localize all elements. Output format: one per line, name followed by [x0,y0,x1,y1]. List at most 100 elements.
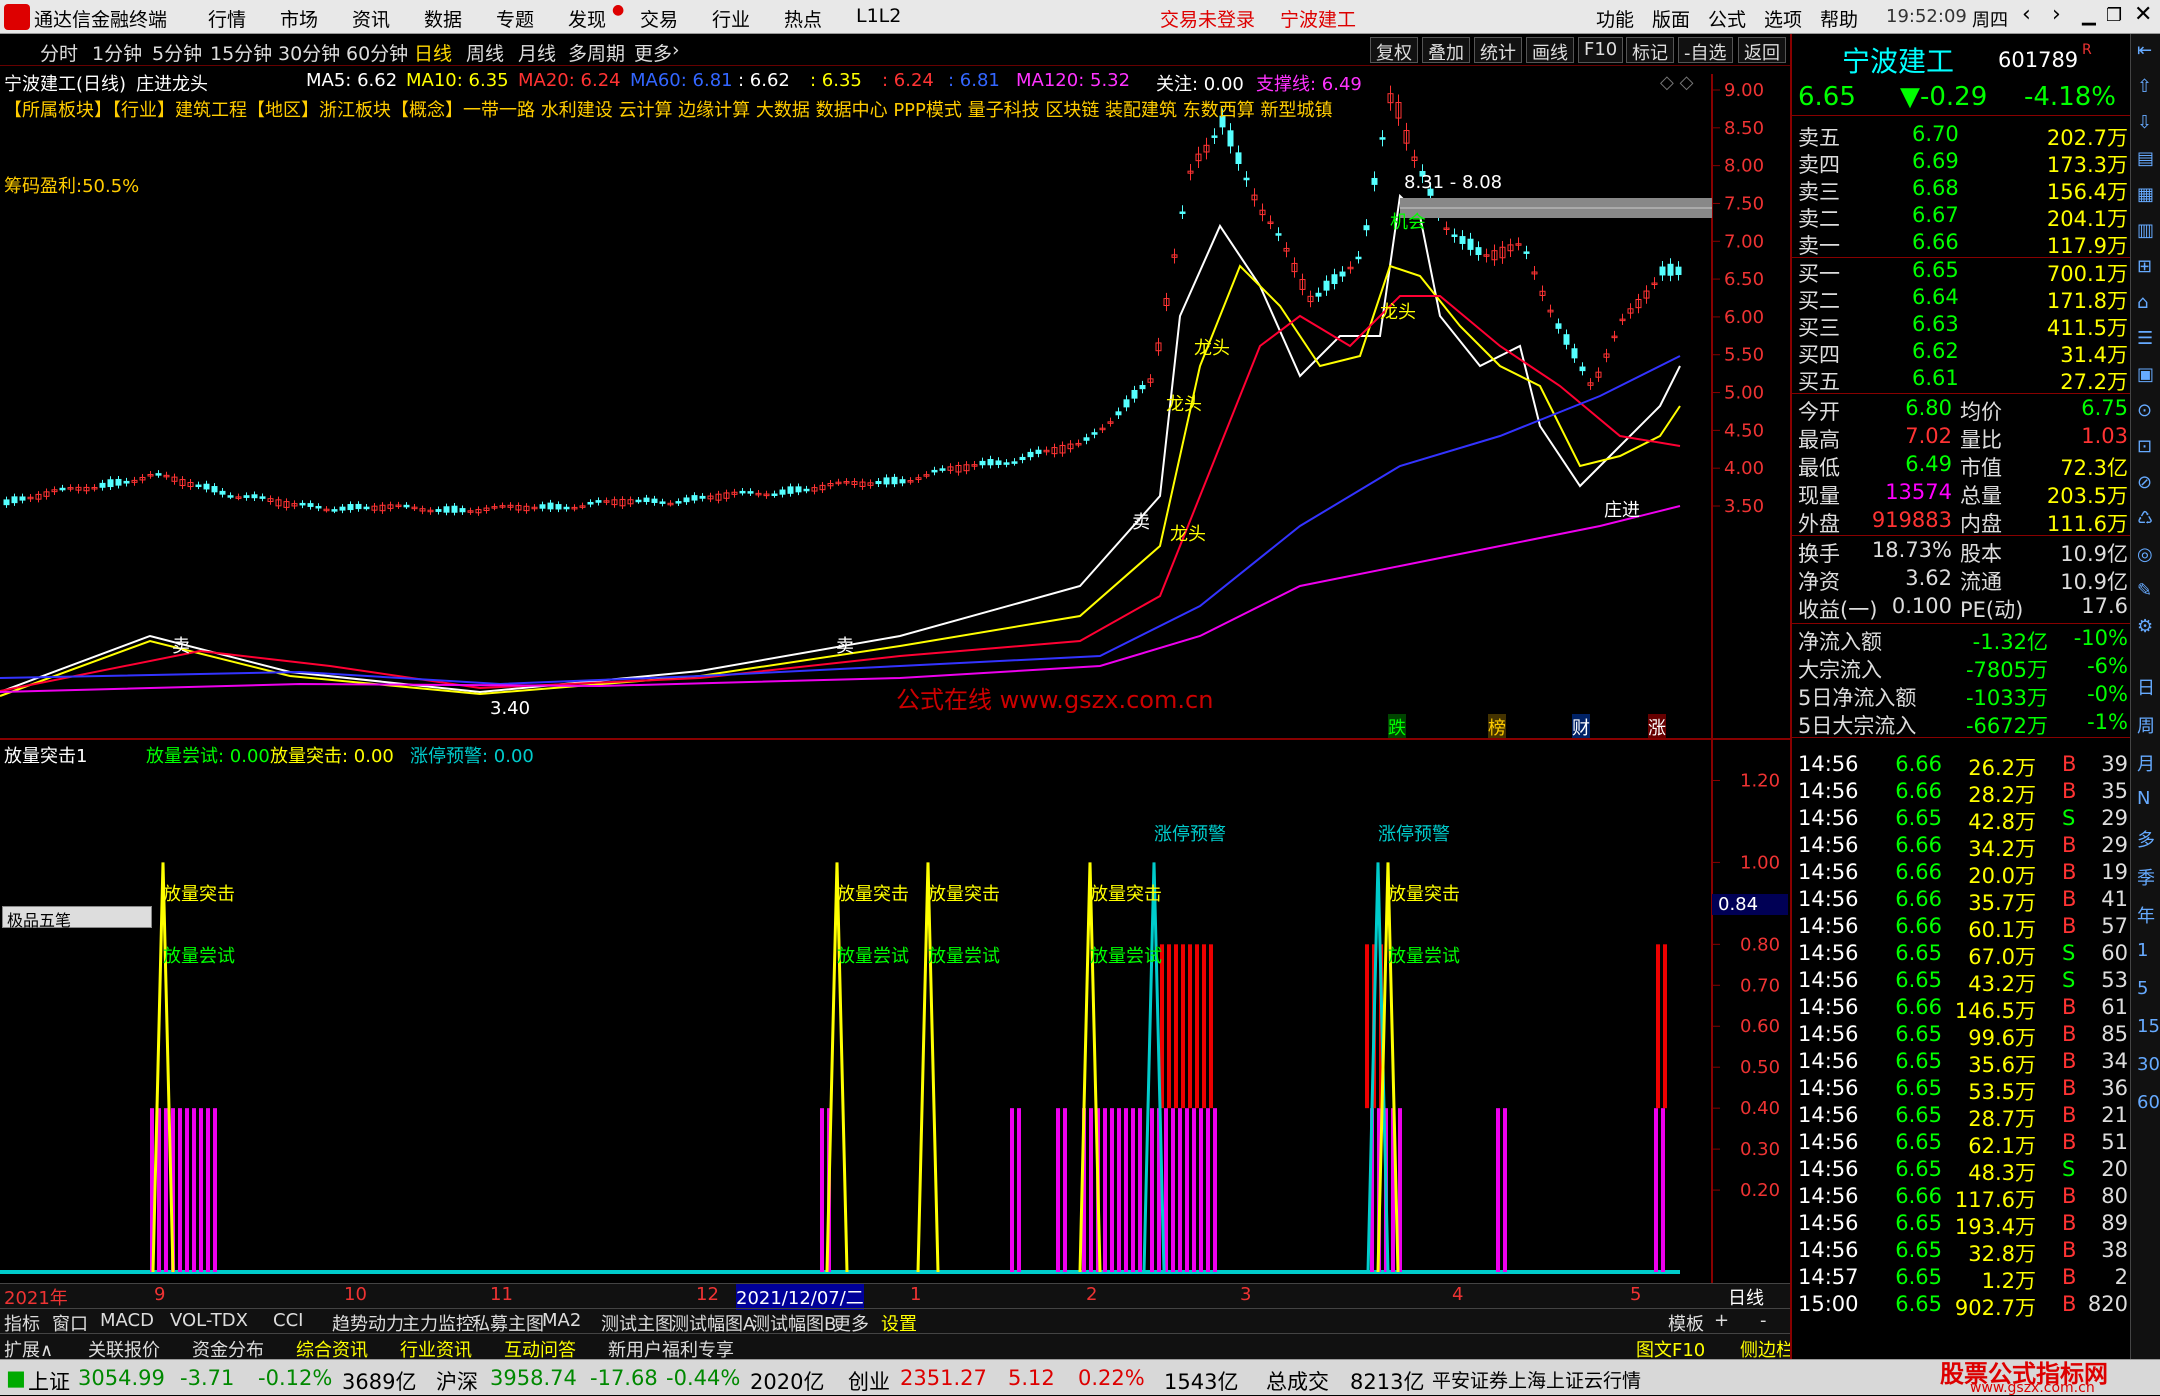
sub-indicator-chart[interactable]: 1.20 1.00 0.80 0.70 0.60 0.50 0.40 0.30 0.20 放量突击… [0,738,1790,1285]
forward-icon[interactable]: › [2052,2,2061,27]
tick-count: 38 [2101,1238,2128,1262]
tick-list[interactable]: 14:56 6.66 26.2万 B 39 14:56 6.66 28.2万 B 35 14:56 6… [1792,752,2132,1352]
tool-button[interactable]: 画线 [1526,37,1574,64]
side-tool-icon[interactable]: ⇧ [2137,76,2152,97]
tool-button[interactable]: 叠加 [1422,37,1470,64]
index-name[interactable]: 上证 [28,1366,70,1396]
tool-button[interactable]: 标记 [1626,37,1674,64]
period-tab[interactable]: 30分钟 [278,39,340,66]
period-shortcut[interactable]: 1 [2137,940,2148,961]
menu-item[interactable]: 版面 [1652,5,1690,32]
period-shortcut[interactable]: 15 [2137,1016,2160,1037]
side-tool-icon[interactable]: ⊙ [2137,400,2152,421]
period-tab[interactable]: 更多 [634,39,672,66]
menu-item[interactable]: 资讯 [352,5,390,32]
tag-rise[interactable]: 涨 [1648,714,1666,740]
side-tool-icon[interactable]: ♺ [2137,508,2153,529]
side-tool-icon[interactable]: ⊘ [2137,472,2152,493]
sub-title[interactable]: 放量突击1 [4,742,87,768]
diamond-icon[interactable]: ◇ ◇ [1660,72,1693,93]
tool-button[interactable]: -自选 [1678,37,1733,64]
menu-item[interactable]: 专题 [496,5,534,32]
side-tool-icon[interactable]: ▦ [2137,184,2154,205]
menu-item[interactable]: 交易 [640,5,678,32]
main-kline-chart[interactable]: 9.00 8.50 8.00 7.50 7.00 6.50 6.00 5.50 5.00 4.50… [0,66,1790,740]
tab-control[interactable]: + [1714,1310,1729,1331]
period-tab[interactable]: 多周期 [568,39,625,66]
candle-body [1475,247,1482,256]
index-name[interactable]: 沪深 [436,1366,478,1396]
tool-button[interactable]: 返回 [1738,37,1786,64]
back-icon[interactable]: ‹ [2022,2,2031,27]
indicator-tab[interactable]: VOL-TDX [170,1310,248,1331]
period-tab[interactable]: 5分钟 [152,39,202,66]
index-pct: -0.12% [258,1366,333,1390]
period-shortcut[interactable]: 30 [2137,1054,2160,1075]
side-tool-icon[interactable]: ⊞ [2137,256,2152,277]
menu-item[interactable]: 功能 [1596,5,1634,32]
minimize-icon[interactable]: ▁ [2082,5,2096,26]
side-tool-icon[interactable]: ✎ [2137,580,2152,601]
volume-try-bar [820,1108,824,1272]
quote-panel: 宁波建工 601789 R 6.65 ▼-0.29 -4.18% 卖五 6.70 2… [1790,34,2132,1359]
side-tool-icon[interactable]: ▥ [2137,220,2154,241]
menu-item[interactable]: 市场 [280,5,318,32]
chevron-right-icon[interactable]: › [672,39,680,61]
tick-count: 36 [2101,1076,2128,1100]
tool-button[interactable]: F10 [1578,37,1624,63]
index-name[interactable]: 创业 [848,1366,890,1396]
maximize-icon[interactable]: ❐ [2106,5,2122,26]
menu-item[interactable]: 发现 [568,5,606,32]
side-tool-icon[interactable]: ⇩ [2137,112,2152,133]
stat-value: 18.73% [1871,538,1952,562]
period-tab[interactable]: 分时 [40,39,78,66]
period-shortcut[interactable]: 月 [2137,750,2155,776]
indicator-tab[interactable]: MACD [100,1310,154,1331]
period-shortcut[interactable]: 多 [2137,826,2155,852]
side-tool-icon[interactable]: ⚙ [2137,616,2153,637]
menu-item[interactable]: 公式 [1708,5,1746,32]
indicator-tab[interactable]: MA2 [542,1310,581,1331]
indicator-tab[interactable]: CCI [273,1310,303,1331]
tool-button[interactable]: 统计 [1474,37,1522,64]
tool-button[interactable]: 复权 [1370,37,1418,64]
period-shortcut[interactable]: 60 [2137,1092,2160,1113]
period-shortcut[interactable]: 5 [2137,978,2148,999]
menu-bar: 通达信金融终端 行情 市场 资讯 数据 专题 发现 ● 交易 行业 热点 L1L… [0,0,2160,34]
trade-login-status[interactable]: 交易未登录 [1160,5,1255,32]
period-tab[interactable]: 1分钟 [92,39,142,66]
side-tool-icon[interactable]: ◎ [2137,544,2153,565]
menu-item[interactable]: 选项 [1764,5,1802,32]
menu-item[interactable]: 帮助 [1820,5,1858,32]
period-shortcut[interactable]: 周 [2137,712,2155,738]
menu-item[interactable]: 数据 [424,5,462,32]
tab-control[interactable]: - [1760,1310,1767,1331]
side-tool-icon[interactable]: ▣ [2137,364,2154,385]
close-icon[interactable]: ✕ [2134,2,2152,27]
side-tool-icon[interactable]: ⇤ [2137,40,2152,61]
menu-item[interactable]: 热点 [784,5,822,32]
period-tab[interactable]: 月线 [518,39,556,66]
period-shortcut[interactable]: 季 [2137,864,2155,890]
indicator-name[interactable]: 庄进龙头 [136,70,208,96]
menu-item[interactable]: 行情 [208,5,246,32]
period-shortcut[interactable]: N [2137,788,2150,809]
side-tool-icon[interactable]: ⊡ [2137,436,2152,457]
tag-finance[interactable]: 财 [1572,714,1590,740]
side-tool-icon[interactable]: ☰ [2137,328,2153,349]
period-shortcut[interactable]: 年 [2137,902,2155,928]
tag-fall[interactable]: 跌 [1388,714,1406,740]
period-shortcut[interactable]: 日 [2137,674,2155,700]
ime-toolbar[interactable]: 极品五笔 [2,906,152,930]
volume-try-bar [1063,1108,1067,1272]
side-tool-icon[interactable]: ▤ [2137,148,2154,169]
period-tab[interactable]: 周线 [466,39,504,66]
tag-rank[interactable]: 榜 [1488,714,1506,740]
menu-item[interactable]: 行业 [712,5,750,32]
period-tab[interactable]: 15分钟 [210,39,272,66]
index-amount: 2020亿 [750,1370,825,1394]
period-tab-active[interactable]: 日线 [414,39,452,66]
menu-item[interactable]: L1L2 [856,5,901,27]
side-tool-icon[interactable]: ⌂ [2137,292,2148,313]
period-tab[interactable]: 60分钟 [346,39,408,66]
